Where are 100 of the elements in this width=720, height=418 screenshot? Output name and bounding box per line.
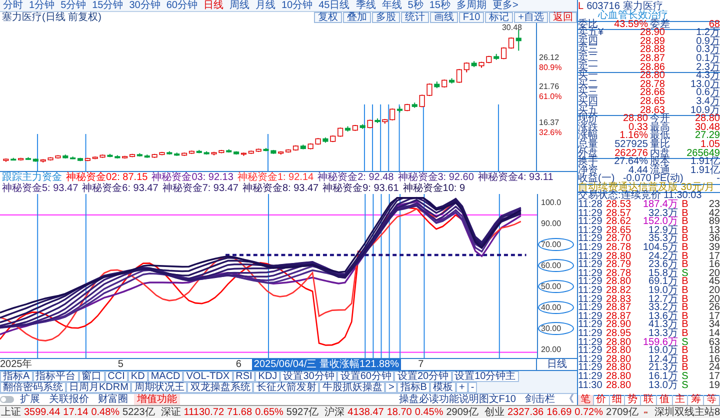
marker-line [85,134,86,171]
bottom-tab[interactable]: 《 [561,394,577,405]
toolbar-button[interactable]: 统计 [400,12,429,23]
toggle-switch[interactable] [0,396,14,403]
trade-price: 28.82 [606,287,632,296]
axis-label: 20.00 [540,344,562,356]
indicator-tab[interactable]: 设置30分钟 [280,371,338,382]
trade-side: B [680,330,690,339]
toolbar-button[interactable]: F10 [458,12,484,23]
index-name: 深证 [160,406,181,418]
period-tab[interactable]: 15秒 [426,0,454,11]
toolbar-button[interactable]: 返回 [549,12,577,23]
period-tab[interactable]: 15分钟 [89,0,126,11]
indicator-tab[interactable]: KDJ [255,371,280,382]
indicator-tab[interactable]: 窗口 [78,371,105,382]
date-label: 2025年 [0,359,32,370]
indicator-tab[interactable]: 周期状况王 [131,382,188,393]
period-tab[interactable]: 30分钟 [126,0,164,11]
trade-volume: 19.0万 [648,347,678,356]
period-tab[interactable]: 多周期 [453,0,490,11]
indicator-tab[interactable]: 日周月KDRM [66,382,132,393]
bottom-tab[interactable]: 扩展 [17,394,43,405]
bottom-tab[interactable]: 增值功能 [134,394,180,405]
quote-label: 换手 [578,158,598,167]
indicator-tab[interactable]: KD [128,371,148,382]
indicator-tab[interactable]: VOL-TDX [183,371,233,382]
trade-volume: 16.1万 [648,372,678,382]
period-tab[interactable]: 45日线 [316,0,353,11]
period-tab[interactable]: 月线 [252,0,278,11]
indicator-tab[interactable]: MACD [148,371,184,382]
trade-volume: 13.3万 [648,330,678,339]
trade-price: 28.80 [606,347,632,356]
indicator-tab[interactable]: > [385,382,398,393]
indicator-tab[interactable]: 设置60分钟 [337,371,394,382]
indicator-tab[interactable]: 双龙操盘系统 [187,382,254,393]
quote-value: 1.91亿 [690,158,720,167]
toolbar-button[interactable]: 画线 [430,12,458,23]
bottom-tab[interactable]: 关联报价 [46,394,92,405]
indicator-tab[interactable]: 指标B [397,382,430,393]
quote-label: 委差 [650,20,670,30]
period-tab[interactable]: 10分钟 [278,0,316,11]
indicator-tab[interactable]: RSI [232,371,256,382]
toolbar-button[interactable]: 叠加 [342,12,371,23]
period-tab[interactable]: 60分钟 [163,0,200,11]
indicator-tab[interactable]: 设置20分钟 [394,371,452,382]
quote-label: 净资 [578,166,598,176]
toolbar-button[interactable]: 标记 [485,12,514,23]
order-volume: 0.6万 [696,89,720,98]
indicator-tab[interactable]: 设置10分钟主 [452,371,519,382]
period-tab[interactable]: 日线 [200,0,226,11]
period-tab[interactable]: 更多> [489,0,522,11]
index-change: 16.69 [546,406,572,418]
indicator-tab[interactable]: CCI [104,371,128,382]
trade-time: 11:29 [578,270,604,278]
indicator-tab[interactable]: 长征火箭发射 [253,382,320,393]
trade-side: B [680,252,690,262]
period-tab[interactable]: 年线 [378,0,405,11]
bottom-tab[interactable]: 操盘必读功能说明图文F10 [396,394,519,405]
series-label: 神秘资金4: 93.11 [478,172,554,183]
indicator-tab[interactable]: 翻倍密码系统 [0,382,66,393]
bottom-tab[interactable]: 财富圈 [95,394,131,405]
quote-value: 4.44 [628,166,648,176]
period-tab[interactable]: 5秒 [404,0,426,11]
marker-line [37,134,38,171]
trade-volume: 41.3万 [648,321,678,330]
indicator-tab[interactable]: 模板 [430,382,456,393]
toolbar-button[interactable]: 多股 [372,12,400,23]
period-tab[interactable]: 5分钟 [58,0,90,11]
trade-price: 28.57 [606,210,632,218]
quote-value: 43.59% [614,20,648,30]
candlestick [390,108,396,121]
trade-price: 28.78 [606,270,632,278]
quote-label: PE(动) [653,175,684,184]
server-name: 深圳双线主站8 [654,406,720,418]
trade-price: 28.53 [606,201,632,210]
trade-count: 36 [708,235,720,244]
indicator-tab[interactable]: 牛股抓妖操盘 [319,382,386,393]
toolbar-button[interactable]: 复权 [314,12,342,23]
index-value: 3599.44 [24,406,60,418]
order-volume: 3.4万 [696,98,720,107]
series-label: 神秘资金3: 92.60 [398,172,474,183]
order-price: 28.80 [638,72,665,81]
period-tab[interactable]: 分时 [0,0,26,11]
indicator-tab[interactable]: 指标A [0,371,33,382]
marker-line [398,104,400,171]
indicator-tab[interactable]: + [456,382,468,393]
quote-value: 262276 [614,150,648,158]
bottom-tab[interactable]: 剑击栏 [522,394,558,405]
period-tab[interactable]: 季线 [352,0,379,11]
period-tab[interactable]: 1分钟 [26,0,58,11]
period-tab[interactable]: 周线 [226,0,252,11]
series-label: 神秘资金9: 93.61 [322,183,399,194]
order-volume: 0.1万 [695,54,720,64]
panel-tab[interactable]: 笔 [578,395,594,405]
trade-price: 28.95 [606,330,632,339]
trade-price: 28.70 [606,235,632,244]
axis-label: 16.37 [538,118,560,128]
indicator-tab[interactable]: 指标平台 [32,371,79,382]
toolbar-button[interactable]: +自选 [514,12,548,23]
trade-time: 11:29 [578,304,604,313]
